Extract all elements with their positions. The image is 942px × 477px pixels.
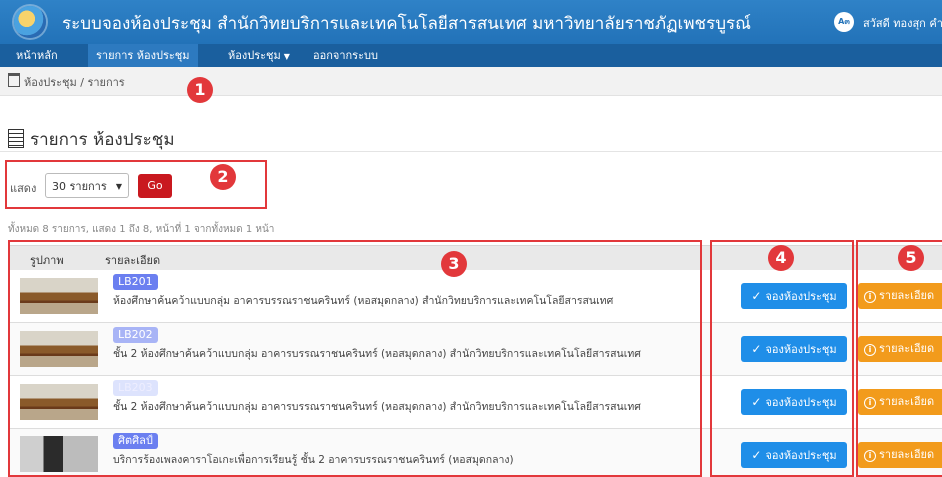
- col-detail-header: รายละเอียด: [105, 254, 161, 267]
- go-button[interactable]: Go: [138, 174, 172, 198]
- room-thumbnail[interactable]: [20, 278, 98, 314]
- book-room-label: จองห้องประชุม: [765, 396, 837, 409]
- caret-down-icon: ▼: [283, 52, 290, 61]
- room-code-badge[interactable]: LB201: [113, 274, 158, 290]
- room-code-badge[interactable]: ศิตศิลป์: [113, 433, 158, 449]
- book-room-label: จองห้องประชุม: [765, 290, 837, 303]
- room-thumbnail[interactable]: [20, 436, 98, 472]
- callout-4: 4: [768, 245, 794, 271]
- info-circle-icon: i: [864, 291, 876, 303]
- main-nav: หน้าหลัก รายการ ห้องประชุม ห้องประชุม ▼ อ…: [0, 44, 942, 67]
- book-room-button[interactable]: ✓ จองห้องประชุม: [741, 283, 847, 309]
- nav-home[interactable]: หน้าหลัก: [16, 44, 58, 67]
- per-page-value: 30 รายการ: [52, 180, 107, 193]
- results-summary: ทั้งหมด 8 รายการ, แสดง 1 ถึง 8, หน้าที่ …: [8, 224, 275, 235]
- room-detail-button[interactable]: i รายละเอียด: [858, 336, 942, 362]
- calendar-icon: [8, 73, 20, 87]
- globe-logo-icon[interactable]: [14, 6, 46, 38]
- callout-3: 3: [441, 251, 467, 277]
- nav-logout-label: ออกจากระบบ: [313, 49, 378, 62]
- room-description: ห้องศึกษาค้นคว้าแบบกลุ่ม อาคารบรรณราชนคร…: [113, 295, 614, 307]
- page-title: รายการ ห้องประชุม: [8, 126, 175, 153]
- nav-rooms-dropdown[interactable]: ห้องประชุม ▼: [228, 44, 290, 67]
- room-description: ชั้น 2 ห้องศึกษาค้นคว้าแบบกลุ่ม อาคารบรร…: [113, 401, 641, 413]
- callout-2: 2: [210, 164, 236, 190]
- callout-5: 5: [898, 245, 924, 271]
- info-circle-icon: i: [864, 397, 876, 409]
- per-page-select[interactable]: 30 รายการ ▼: [45, 173, 129, 198]
- check-icon: ✓: [751, 448, 762, 462]
- nav-rooms-list-label: รายการ ห้องประชุม: [96, 49, 190, 62]
- detail-label: รายละเอียด: [879, 289, 935, 302]
- room-detail-button[interactable]: i รายละเอียด: [858, 442, 942, 468]
- table-header: รูปภาพ รายละเอียด: [8, 245, 942, 271]
- breadcrumb-trail: ห้องประชุม / รายการ: [8, 73, 125, 91]
- app-header: ระบบจองห้องประชุม สำนักวิทยบริการและเทคโ…: [0, 0, 942, 45]
- book-room-label: จองห้องประชุม: [765, 343, 837, 356]
- room-thumbnail[interactable]: [20, 384, 98, 420]
- book-room-label: จองห้องประชุม: [765, 449, 837, 462]
- room-code-badge[interactable]: LB203: [113, 380, 158, 396]
- divider: [0, 151, 942, 152]
- select-arrow-icon: ▼: [115, 182, 122, 191]
- nav-logout[interactable]: ออกจากระบบ: [313, 44, 378, 67]
- detail-label: รายละเอียด: [879, 395, 935, 408]
- user-avatar[interactable]: A๓: [834, 12, 854, 32]
- room-description: บริการร้องเพลงคาราโอเกะเพื่อการเรียนรู้ …: [113, 454, 514, 466]
- nav-rooms-label: ห้องประชุม: [228, 49, 281, 62]
- user-greeting[interactable]: สวัสดี ทองสุก คำตะพ: [863, 14, 942, 32]
- room-detail-button[interactable]: i รายละเอียด: [858, 389, 942, 415]
- detail-label: รายละเอียด: [879, 448, 935, 461]
- info-circle-icon: i: [864, 344, 876, 356]
- show-label: แสดง: [10, 182, 37, 195]
- room-thumbnail[interactable]: [20, 331, 98, 367]
- book-room-button[interactable]: ✓ จองห้องประชุม: [741, 389, 847, 415]
- nav-rooms-list[interactable]: รายการ ห้องประชุม: [88, 44, 198, 67]
- page-title-text: รายการ ห้องประชุม: [30, 130, 175, 150]
- site-title[interactable]: ระบบจองห้องประชุม สำนักวิทยบริการและเทคโ…: [62, 10, 751, 37]
- detail-label: รายละเอียด: [879, 342, 935, 355]
- room-detail-button[interactable]: i รายละเอียด: [858, 283, 942, 309]
- room-code-badge[interactable]: LB202: [113, 327, 158, 343]
- check-icon: ✓: [751, 395, 762, 409]
- check-icon: ✓: [751, 289, 762, 303]
- nav-home-label: หน้าหลัก: [16, 49, 58, 62]
- book-room-button[interactable]: ✓ จองห้องประชุม: [741, 336, 847, 362]
- breadcrumb: ห้องประชุม / รายการ: [0, 67, 942, 96]
- building-icon: [8, 129, 24, 148]
- info-circle-icon: i: [864, 450, 876, 462]
- check-icon: ✓: [751, 342, 762, 356]
- breadcrumb-text[interactable]: ห้องประชุม / รายการ: [24, 76, 125, 89]
- callout-1: 1: [187, 77, 213, 103]
- book-room-button[interactable]: ✓ จองห้องประชุม: [741, 442, 847, 468]
- col-image-header: รูปภาพ: [30, 254, 64, 267]
- room-description: ชั้น 2 ห้องศึกษาค้นคว้าแบบกลุ่ม อาคารบรร…: [113, 348, 641, 360]
